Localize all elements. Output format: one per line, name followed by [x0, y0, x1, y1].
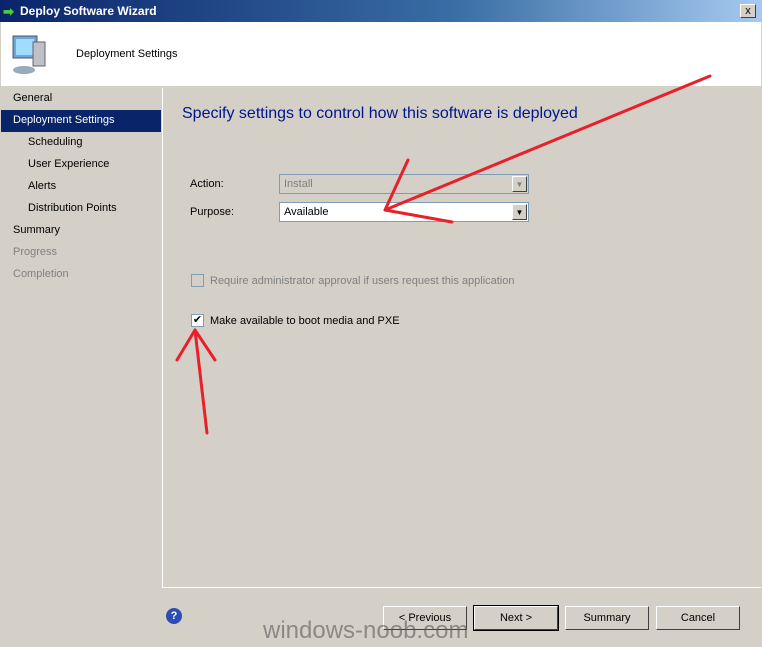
pxe-checkbox[interactable]: ✔: [191, 314, 204, 327]
wizard-arrow-icon: ➡: [3, 4, 14, 19]
cancel-button[interactable]: Cancel: [656, 606, 740, 630]
action-label: Action:: [190, 178, 224, 190]
watermark: windows-noob.com: [263, 617, 469, 644]
sidebar: General Deployment Settings Scheduling U…: [1, 88, 161, 646]
close-button[interactable]: x: [740, 4, 756, 18]
sidebar-item-alerts[interactable]: Alerts: [1, 176, 161, 198]
sidebar-item-user-experience[interactable]: User Experience: [1, 154, 161, 176]
help-icon[interactable]: ?: [166, 608, 182, 624]
page-heading: Specify settings to control how this sof…: [182, 105, 578, 122]
title-bar: ➡ Deploy Software Wizard: [0, 0, 762, 22]
approval-checkbox: [191, 274, 204, 287]
sidebar-item-general[interactable]: General: [1, 88, 161, 110]
wizard-header: Deployment Settings: [1, 22, 761, 86]
next-button[interactable]: Next >: [473, 605, 559, 631]
sidebar-item-progress: Progress: [13, 246, 58, 258]
sidebar-item-summary[interactable]: Summary: [1, 220, 161, 242]
purpose-label: Purpose:: [190, 206, 235, 218]
summary-button[interactable]: Summary: [565, 606, 649, 630]
chevron-down-icon: ▼: [512, 176, 527, 192]
sidebar-item-completion: Completion: [13, 268, 69, 280]
pxe-label[interactable]: Make available to boot media and PXE: [210, 315, 400, 327]
window-title: Deploy Software Wizard: [20, 4, 157, 18]
sidebar-item-distribution-points[interactable]: Distribution Points: [1, 198, 161, 220]
approval-label: Require administrator approval if users …: [210, 275, 515, 287]
header-title: Deployment Settings: [76, 48, 178, 60]
sidebar-item-deployment-settings[interactable]: Deployment Settings: [1, 110, 161, 132]
action-select: Install ▼: [279, 174, 529, 194]
chevron-down-icon[interactable]: ▼: [512, 204, 527, 220]
sidebar-item-scheduling[interactable]: Scheduling: [1, 132, 161, 154]
purpose-select[interactable]: Available ▼: [279, 202, 529, 222]
action-value: Install: [284, 178, 313, 190]
purpose-value: Available: [284, 206, 329, 218]
main-panel: Specify settings to control how this sof…: [162, 88, 761, 588]
computer-icon: [12, 35, 46, 74]
